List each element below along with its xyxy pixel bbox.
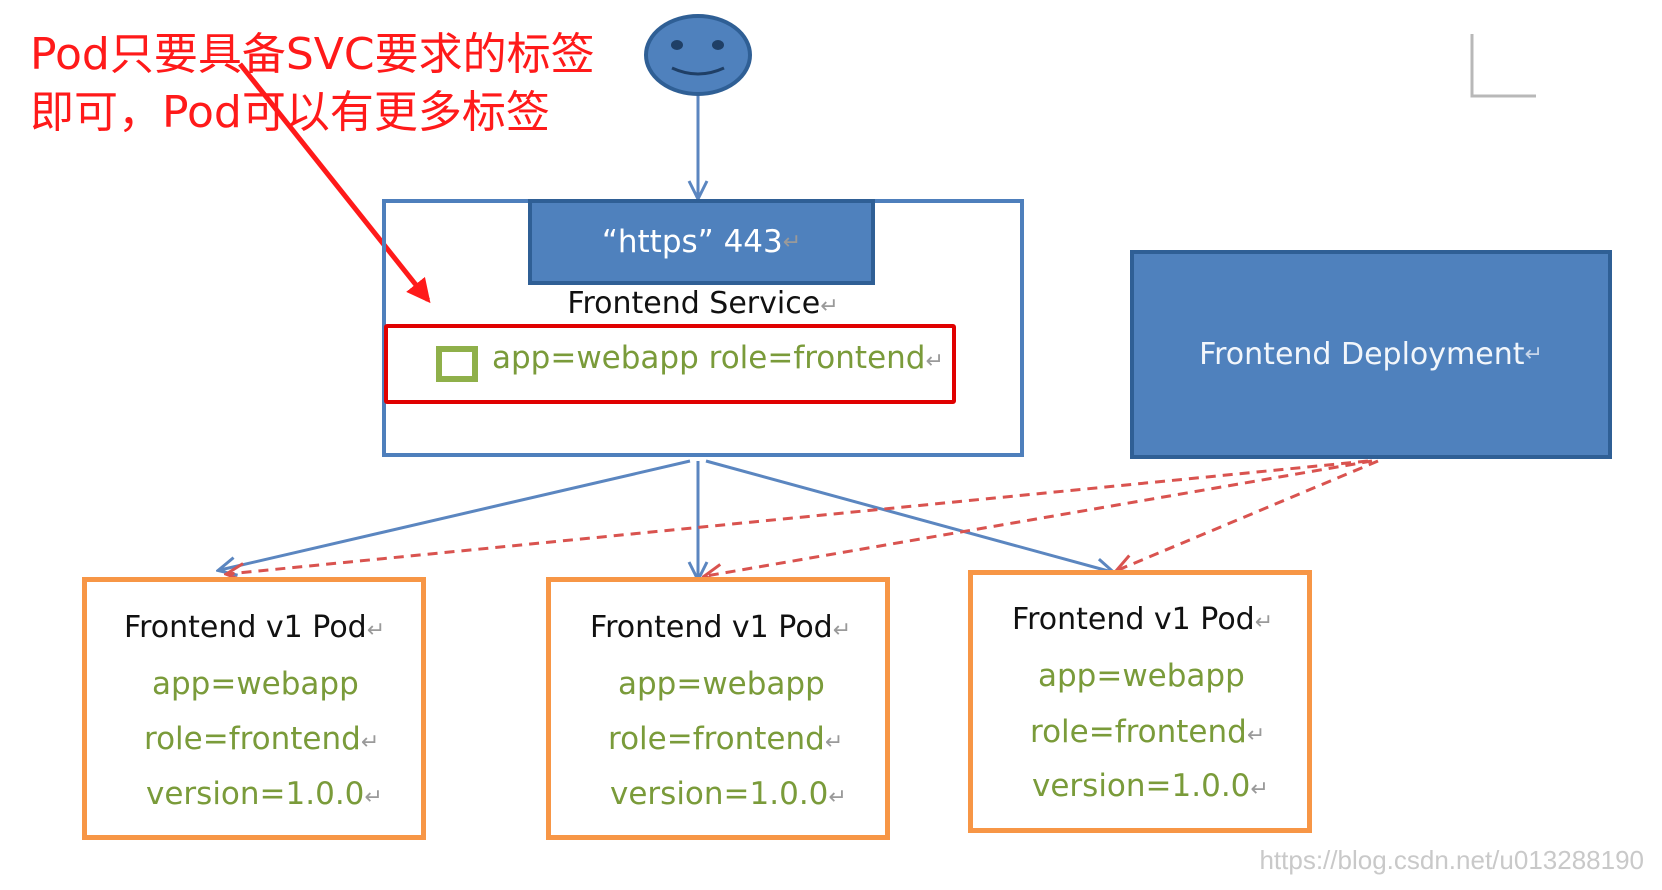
pod-title: Frontend v1 Pod [124,610,367,645]
pod-label-version: version=1.0.0 [146,776,365,812]
return-mark: ↵ [1254,610,1274,635]
return-mark: ↵ [364,785,383,810]
return-mark: ↵ [1250,777,1269,802]
annotation-note: Pod只要具备SVC要求的标签 即可，Pod可以有更多标签 [30,26,595,142]
pod-title: Frontend v1 Pod [590,610,833,645]
return-mark: ↵ [360,730,380,755]
service-selector: app=webapp role=frontend [492,340,926,376]
service-selector-row: app=webapp role=frontend↵ [492,340,944,376]
pod-label-version-row: version=1.0.0↵ [1032,768,1269,804]
annotation-line-1: Pod只要具备SVC要求的标签 [30,29,595,80]
return-mark: ↵ [824,730,844,755]
annotation-line-2: 即可，Pod可以有更多标签 [30,87,550,138]
pod-label-version-row: version=1.0.0↵ [610,776,847,812]
return-mark: ↵ [828,785,847,810]
return-mark: ↵ [1524,342,1543,367]
service-port-box: “https” 443 ↵ [528,199,875,285]
service-title-row: Frontend Service↵ [382,286,1024,321]
selector-square-icon [436,346,478,382]
return-mark: ↵ [925,349,944,374]
diagram-canvas: Pod只要具备SVC要求的标签 即可，Pod可以有更多标签 “https” 44… [0,0,1662,890]
pod-label-role-row: role=frontend↵ [608,721,843,757]
pod-label-version: version=1.0.0 [1032,768,1251,804]
return-mark: ↵ [782,229,802,255]
pod-label-app: app=webapp [618,666,825,702]
pod-label-version-row: version=1.0.0↵ [146,776,383,812]
pod-label-version: version=1.0.0 [610,776,829,812]
pod-label-role-row: role=frontend↵ [1030,714,1265,750]
corner-mark [1470,34,1536,98]
pod-label-role: role=frontend [608,721,825,757]
pod-label-app: app=webapp [1038,658,1245,694]
return-mark: ↵ [366,618,386,643]
service-title: Frontend Service [567,286,821,321]
return-mark: ↵ [1246,723,1266,748]
service-port-label: “https” 443 [601,224,783,260]
deployment-title: Frontend Deployment [1199,337,1525,372]
pod-label-app: app=webapp [152,666,359,702]
pod-title-row: Frontend v1 Pod↵ [590,610,851,645]
deployment-to-pod3-arrow [1118,459,1379,570]
pod-title-row: Frontend v1 Pod↵ [124,610,385,645]
deployment-to-pod1-arrow [228,459,1369,574]
return-mark: ↵ [832,618,852,643]
return-mark: ↵ [820,294,839,319]
pod-label-role: role=frontend [144,721,361,757]
pod-label-role-row: role=frontend↵ [144,721,379,757]
watermark: https://blog.csdn.net/u013288190 [1259,845,1644,875]
pod-title: Frontend v1 Pod [1012,602,1255,637]
user-face-icon [644,14,752,96]
frontend-deployment-box: Frontend Deployment ↵ [1130,250,1612,459]
pod-title-row: Frontend v1 Pod↵ [1012,602,1273,637]
pod-label-role: role=frontend [1030,714,1247,750]
deployment-to-pod2-arrow [706,459,1373,576]
service-to-pod1-arrow [220,459,691,570]
